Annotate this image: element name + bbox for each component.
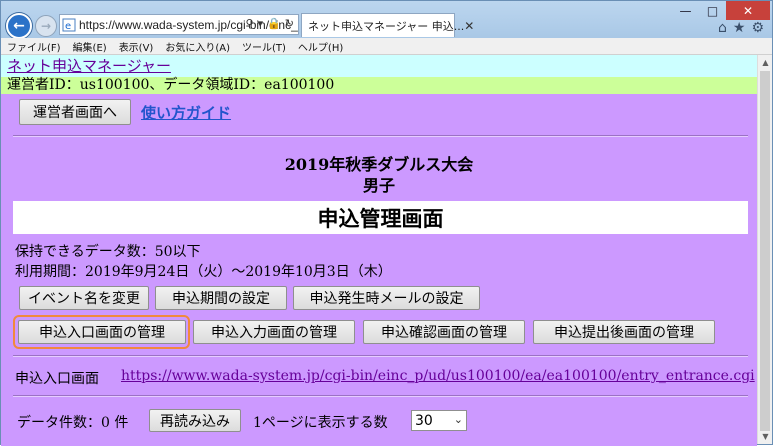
menu-edit[interactable]: 編集(E)	[73, 39, 107, 54]
chevron-down-icon: ⌄	[453, 413, 463, 426]
browser-tab[interactable]: e ネット申込マネージャー 申込... ✕	[301, 13, 474, 37]
lock-icon[interactable]: 🔒	[267, 17, 281, 30]
page-favicon-icon: e	[62, 18, 76, 32]
menu-bar: ファイル(F) 編集(E) 表示(V) お気に入り(A) ツール(T) ヘルプ(…	[1, 38, 772, 55]
menu-tools[interactable]: ツール(T)	[242, 39, 286, 54]
scroll-down-icon[interactable]: ▼	[758, 429, 773, 444]
app-home-link[interactable]: ネット申込マネージャー	[7, 55, 171, 77]
data-count-text: データ件数：0 件	[17, 415, 129, 431]
browser-toolbar: ← → e https://www.wada-system.jp/cgi-bin…	[1, 1, 772, 39]
notification-mail-button[interactable]: 申込発生時メールの設定	[293, 286, 480, 310]
menu-favorites[interactable]: お気に入り(A)	[165, 39, 230, 54]
settings-gear-icon[interactable]: ⚙	[751, 20, 764, 36]
menu-file[interactable]: ファイル(F)	[7, 39, 61, 54]
menu-view[interactable]: 表示(V)	[119, 39, 154, 54]
screen-title: 申込管理画面	[13, 201, 748, 234]
usage-guide-link[interactable]: 使い方ガイド	[141, 102, 231, 123]
per-page-select[interactable]: 30 ⌄	[411, 410, 467, 431]
divider	[13, 395, 748, 397]
dropdown-icon[interactable]: ▾	[258, 17, 264, 30]
entrance-screen-management-button[interactable]: 申込入口画面の管理	[18, 320, 186, 344]
divider	[13, 135, 748, 137]
close-window-button[interactable]: ✕	[726, 1, 770, 20]
page-content: ネット申込マネージャー 運営者ID：us100100、データ領域ID：ea100…	[1, 55, 757, 446]
favorites-star-icon[interactable]: ★	[733, 20, 746, 36]
maximize-button[interactable]: □	[699, 1, 726, 20]
address-bar[interactable]: e https://www.wada-system.jp/cgi-bin/ein…	[59, 14, 299, 35]
tab-title: ネット申込マネージャー 申込...	[308, 19, 465, 33]
data-limit-text: 保持できるデータ数：50以下	[15, 244, 201, 260]
reload-button[interactable]: 再読み込み	[149, 409, 241, 432]
minimize-button[interactable]: —	[672, 1, 699, 20]
scroll-up-icon[interactable]: ▲	[758, 55, 773, 70]
entry-url-link[interactable]: https://www.wada-system.jp/cgi-bin/einc_…	[121, 368, 755, 384]
scroll-thumb[interactable]	[760, 71, 770, 431]
entry-period-button[interactable]: 申込期間の設定	[155, 286, 287, 310]
input-screen-management-button[interactable]: 申込入力画面の管理	[193, 320, 355, 344]
svg-text:e: e	[65, 21, 71, 32]
per-page-label: 1ページに表示する数	[253, 415, 388, 431]
back-button[interactable]: ←	[6, 13, 32, 39]
per-page-value: 30	[415, 412, 433, 429]
search-icon[interactable]: ⚲	[245, 17, 253, 30]
vertical-scrollbar[interactable]: ▲ ▼	[757, 55, 772, 444]
post-submit-screen-management-button[interactable]: 申込提出後画面の管理	[533, 320, 715, 344]
event-category: 男子	[362, 176, 395, 195]
home-icon[interactable]: ⌂	[718, 20, 727, 36]
browser-window: ← → e https://www.wada-system.jp/cgi-bin…	[0, 0, 773, 446]
usage-period-text: 利用期間：2019年9月24日（火）〜2019年10月3日（木）	[15, 264, 392, 280]
divider	[13, 355, 748, 357]
refresh-icon[interactable]: ↻	[285, 17, 294, 30]
forward-button[interactable]: →	[35, 15, 57, 37]
operator-info: 運営者ID：us100100、データ領域ID：ea100100	[1, 77, 757, 94]
operator-screen-button[interactable]: 運営者画面へ	[19, 99, 131, 125]
entry-url-label: 申込入口画面	[15, 371, 99, 387]
rename-event-button[interactable]: イベント名を変更	[19, 286, 149, 310]
confirm-screen-management-button[interactable]: 申込確認画面の管理	[363, 320, 525, 344]
menu-help[interactable]: ヘルプ(H)	[298, 39, 343, 54]
close-tab-icon[interactable]: ✕	[464, 19, 474, 33]
